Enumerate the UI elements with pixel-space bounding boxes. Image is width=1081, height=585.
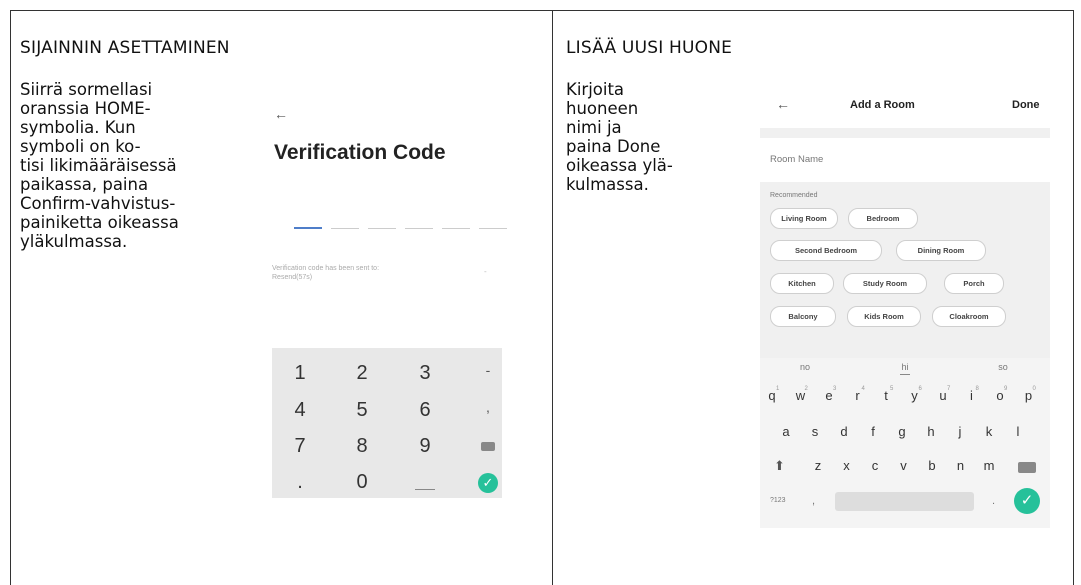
keyboard-key[interactable]: a — [776, 424, 796, 439]
keypad-key[interactable]: . — [280, 471, 320, 494]
keypad-key[interactable]: 8 — [342, 435, 382, 458]
key-number-hint: 7 — [947, 386, 951, 392]
keyboard-key[interactable]: x — [837, 458, 857, 473]
screen-title: Add a Room — [850, 99, 915, 111]
room-suggestion-chip[interactable]: Balcony — [770, 306, 836, 327]
keypad-key[interactable]: 1 — [280, 362, 320, 385]
symbols-key[interactable]: ?123 — [770, 497, 786, 504]
verification-note: Verification code has been sent to: Rese… — [272, 265, 380, 281]
keyboard-key[interactable]: g — [892, 424, 912, 439]
key-number-hint: 9 — [1004, 386, 1008, 392]
keyboard-key[interactable]: l — [1008, 424, 1028, 439]
right-column-heading: LISÄÄ UUSI HUONE — [566, 38, 733, 58]
code-digit-slot[interactable] — [331, 228, 359, 229]
word-suggestion[interactable]: no — [775, 362, 835, 372]
room-suggestion-chip[interactable]: Second Bedroom — [770, 240, 882, 261]
shift-icon[interactable]: ⬆ — [774, 458, 785, 474]
keyboard-key[interactable]: d — [834, 424, 854, 439]
space-key-icon[interactable] — [415, 489, 435, 490]
numeric-keypad: 1 2 3-4 5 6, 7 8 9. 0 ✓ — [272, 348, 502, 498]
keyboard-key[interactable]: f — [863, 424, 883, 439]
key-number-hint: 3 — [833, 386, 837, 392]
phone-number-placeholder: - — [484, 267, 487, 276]
keypad-key[interactable]: - — [468, 362, 508, 378]
confirm-check-icon[interactable]: ✓ — [478, 473, 498, 493]
left-column-heading: SIJAINNIN ASETTAMINEN — [20, 38, 230, 58]
keypad-key[interactable]: 5 — [342, 399, 382, 422]
back-arrow-icon[interactable]: ← — [274, 106, 288, 122]
key-number-hint: 5 — [890, 386, 894, 392]
code-digit-slot[interactable] — [442, 228, 470, 229]
keyboard-key[interactable]: j — [950, 424, 970, 439]
keypad-key[interactable]: 6 — [405, 399, 445, 422]
key-number-hint: 1 — [776, 386, 780, 392]
room-suggestion-chip[interactable]: Study Room — [843, 273, 927, 294]
recommended-label: Recommended — [770, 192, 818, 199]
room-name-placeholder: Room Name — [770, 154, 824, 165]
keyboard-key[interactable]: h — [921, 424, 941, 439]
back-arrow-icon[interactable]: ← — [776, 96, 790, 112]
table-border-right — [1073, 10, 1074, 585]
code-digit-slot[interactable] — [405, 228, 433, 229]
room-suggestion-chip[interactable]: Bedroom — [848, 208, 918, 229]
key-number-hint: 8 — [975, 386, 979, 392]
keypad-key[interactable]: 2 — [342, 362, 382, 385]
soft-keyboard: no hi so q 1 w 2 e 3 r 4 t 5 y 6 u 7 i 8 o 9 p 0 a s d f g h j k l z x c v b… — [760, 358, 1050, 528]
code-digit-slot[interactable] — [479, 228, 507, 229]
keypad-key[interactable]: 9 — [405, 435, 445, 458]
keyboard-key[interactable]: s — [805, 424, 825, 439]
keyboard-key[interactable]: z — [808, 458, 828, 473]
keyboard-key[interactable]: v — [894, 458, 914, 473]
period-key[interactable]: . — [992, 495, 995, 507]
key-number-hint: 6 — [918, 386, 922, 392]
room-suggestion-chip[interactable]: Kids Room — [847, 306, 921, 327]
done-button[interactable]: Done — [1012, 99, 1040, 111]
key-number-hint: 0 — [1032, 386, 1036, 392]
table-border-left — [10, 10, 11, 585]
keyboard-key[interactable]: b — [922, 458, 942, 473]
keypad-key[interactable]: 7 — [280, 435, 320, 458]
keypad-key[interactable]: 3 — [405, 362, 445, 385]
room-suggestion-chip[interactable]: Kitchen — [770, 273, 834, 294]
room-name-field[interactable]: Room Name — [760, 138, 1050, 182]
keyboard-key[interactable]: n — [951, 458, 971, 473]
recommended-section: Recommended Living Room Bedroom Second Bed… — [760, 182, 1050, 358]
table-border-middle — [552, 10, 553, 585]
key-number-hint: 4 — [861, 386, 865, 392]
suggestion-indicator — [900, 374, 910, 375]
word-suggestion[interactable]: hi — [875, 362, 935, 372]
table-border-top — [10, 10, 1074, 11]
instruction-sheet: SIJAINNIN ASETTAMINEN Siirrä sormellasi … — [10, 10, 1074, 585]
room-suggestion-chip[interactable]: Dining Room — [896, 240, 986, 261]
comma-key[interactable]: , — [812, 495, 815, 507]
right-column-instruction: Kirjoita huoneen nimi ja paina Done oike… — [566, 80, 673, 194]
code-digit-slot[interactable] — [294, 227, 322, 229]
verification-title: Verification Code — [274, 141, 446, 164]
room-suggestion-chip[interactable]: Living Room — [770, 208, 838, 229]
app-header: ← Add a Room Done — [760, 82, 1050, 128]
keyboard-key[interactable]: k — [979, 424, 999, 439]
space-bar[interactable] — [835, 492, 974, 511]
word-suggestion[interactable]: so — [973, 362, 1033, 372]
keypad-key[interactable]: 4 — [280, 399, 320, 422]
backspace-icon[interactable] — [481, 442, 495, 451]
key-number-hint: 2 — [804, 386, 808, 392]
room-suggestion-chip[interactable]: Cloakroom — [932, 306, 1006, 327]
backspace-icon[interactable] — [1018, 462, 1036, 473]
keyboard-key[interactable]: m — [979, 458, 999, 473]
room-suggestion-chip[interactable]: Porch — [944, 273, 1004, 294]
keypad-key[interactable]: , — [468, 399, 508, 415]
verification-screenshot: ← Verification Code Verification code ha… — [272, 86, 517, 506]
keypad-key[interactable]: 0 — [342, 471, 382, 494]
code-digit-slot[interactable] — [368, 228, 396, 229]
left-column-instruction: Siirrä sormellasi oranssia HOME- symboli… — [20, 80, 179, 251]
add-room-screenshot: ← Add a Room Done Room Name Recommended … — [760, 82, 1050, 528]
keyboard-key[interactable]: c — [865, 458, 885, 473]
confirm-check-icon[interactable]: ✓ — [1014, 488, 1040, 514]
divider — [760, 128, 1050, 138]
